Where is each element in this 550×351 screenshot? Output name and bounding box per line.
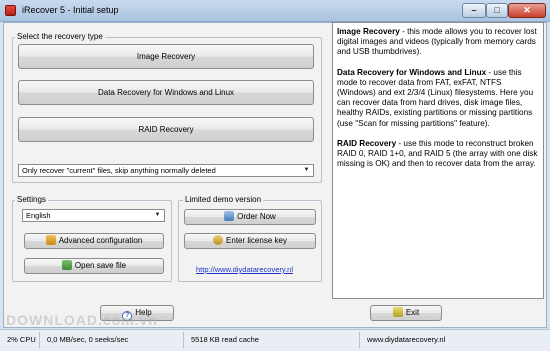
key-icon (213, 235, 224, 245)
open-save-file-label: Open save file (74, 261, 127, 270)
info-image-recovery-title: Image Recovery (337, 27, 400, 36)
info-panel: Image Recovery - this mode allows you to… (332, 22, 544, 299)
exit-button[interactable]: Exit (370, 305, 442, 321)
info-raid-recovery-title: RAID Recovery (337, 138, 397, 148)
language-select[interactable]: English ▼ (22, 209, 165, 222)
exit-label: Exit (405, 308, 420, 317)
enter-license-key-label: Enter license key (226, 236, 287, 245)
status-cache: 5518 KB read cache (188, 332, 360, 348)
recovery-type-label: Select the recovery type (15, 32, 105, 41)
data-recovery-button[interactable]: Data Recovery for Windows and Linux (18, 80, 314, 105)
status-io: 0,0 MB/sec, 0 seeks/sec (44, 332, 184, 348)
gear-icon (45, 235, 56, 245)
recovery-filter-select[interactable]: Only recover "current" files, skip anyth… (18, 164, 314, 177)
settings-label: Settings (15, 195, 48, 204)
title-bar: iRecover 5 - Initial setup – □ ✕ (0, 0, 550, 22)
open-save-file-button[interactable]: Open save file (24, 258, 164, 274)
status-cpu: 2% CPU (4, 332, 40, 348)
recovery-filter-value: Only recover "current" files, skip anyth… (22, 166, 216, 175)
watermark: DOWNLOAD.com.vn (6, 312, 158, 328)
maximize-icon: □ (494, 5, 500, 15)
close-icon: ✕ (523, 5, 531, 15)
exit-icon (392, 307, 403, 317)
info-data-recovery: Data Recovery for Windows and Linux - us… (337, 68, 539, 129)
close-button[interactable]: ✕ (508, 3, 546, 18)
info-image-recovery: Image Recovery - this mode allows you to… (337, 27, 539, 58)
advanced-configuration-label: Advanced configuration (58, 236, 143, 245)
window-title: iRecover 5 - Initial setup (22, 5, 119, 15)
info-data-recovery-title: Data Recovery for Windows and Linux (337, 67, 487, 77)
status-website: www.diydatarecovery.nl (367, 335, 446, 344)
website-link[interactable]: http://www.diydatarecovery.nl (196, 265, 293, 274)
chevron-down-icon: ▼ (303, 167, 310, 173)
enter-license-key-button[interactable]: Enter license key (184, 233, 316, 249)
app-icon (5, 5, 16, 16)
chevron-down-icon: ▼ (154, 212, 161, 218)
folder-icon (61, 260, 72, 270)
minimize-button[interactable]: – (462, 3, 486, 18)
cart-icon (224, 211, 235, 221)
language-value: English (26, 211, 51, 220)
advanced-configuration-button[interactable]: Advanced configuration (24, 233, 164, 249)
demo-label: Limited demo version (183, 195, 264, 204)
raid-recovery-button[interactable]: RAID Recovery (18, 117, 314, 142)
image-recovery-button[interactable]: Image Recovery (18, 44, 314, 69)
info-raid-recovery: RAID Recovery - use this mode to reconst… (337, 139, 539, 170)
minimize-icon: – (471, 5, 477, 15)
order-now-button[interactable]: Order Now (184, 209, 316, 225)
order-now-label: Order Now (237, 212, 276, 221)
status-bar: 2% CPU 0,0 MB/sec, 0 seeks/sec 5518 KB r… (0, 329, 550, 351)
maximize-button[interactable]: □ (486, 3, 508, 18)
